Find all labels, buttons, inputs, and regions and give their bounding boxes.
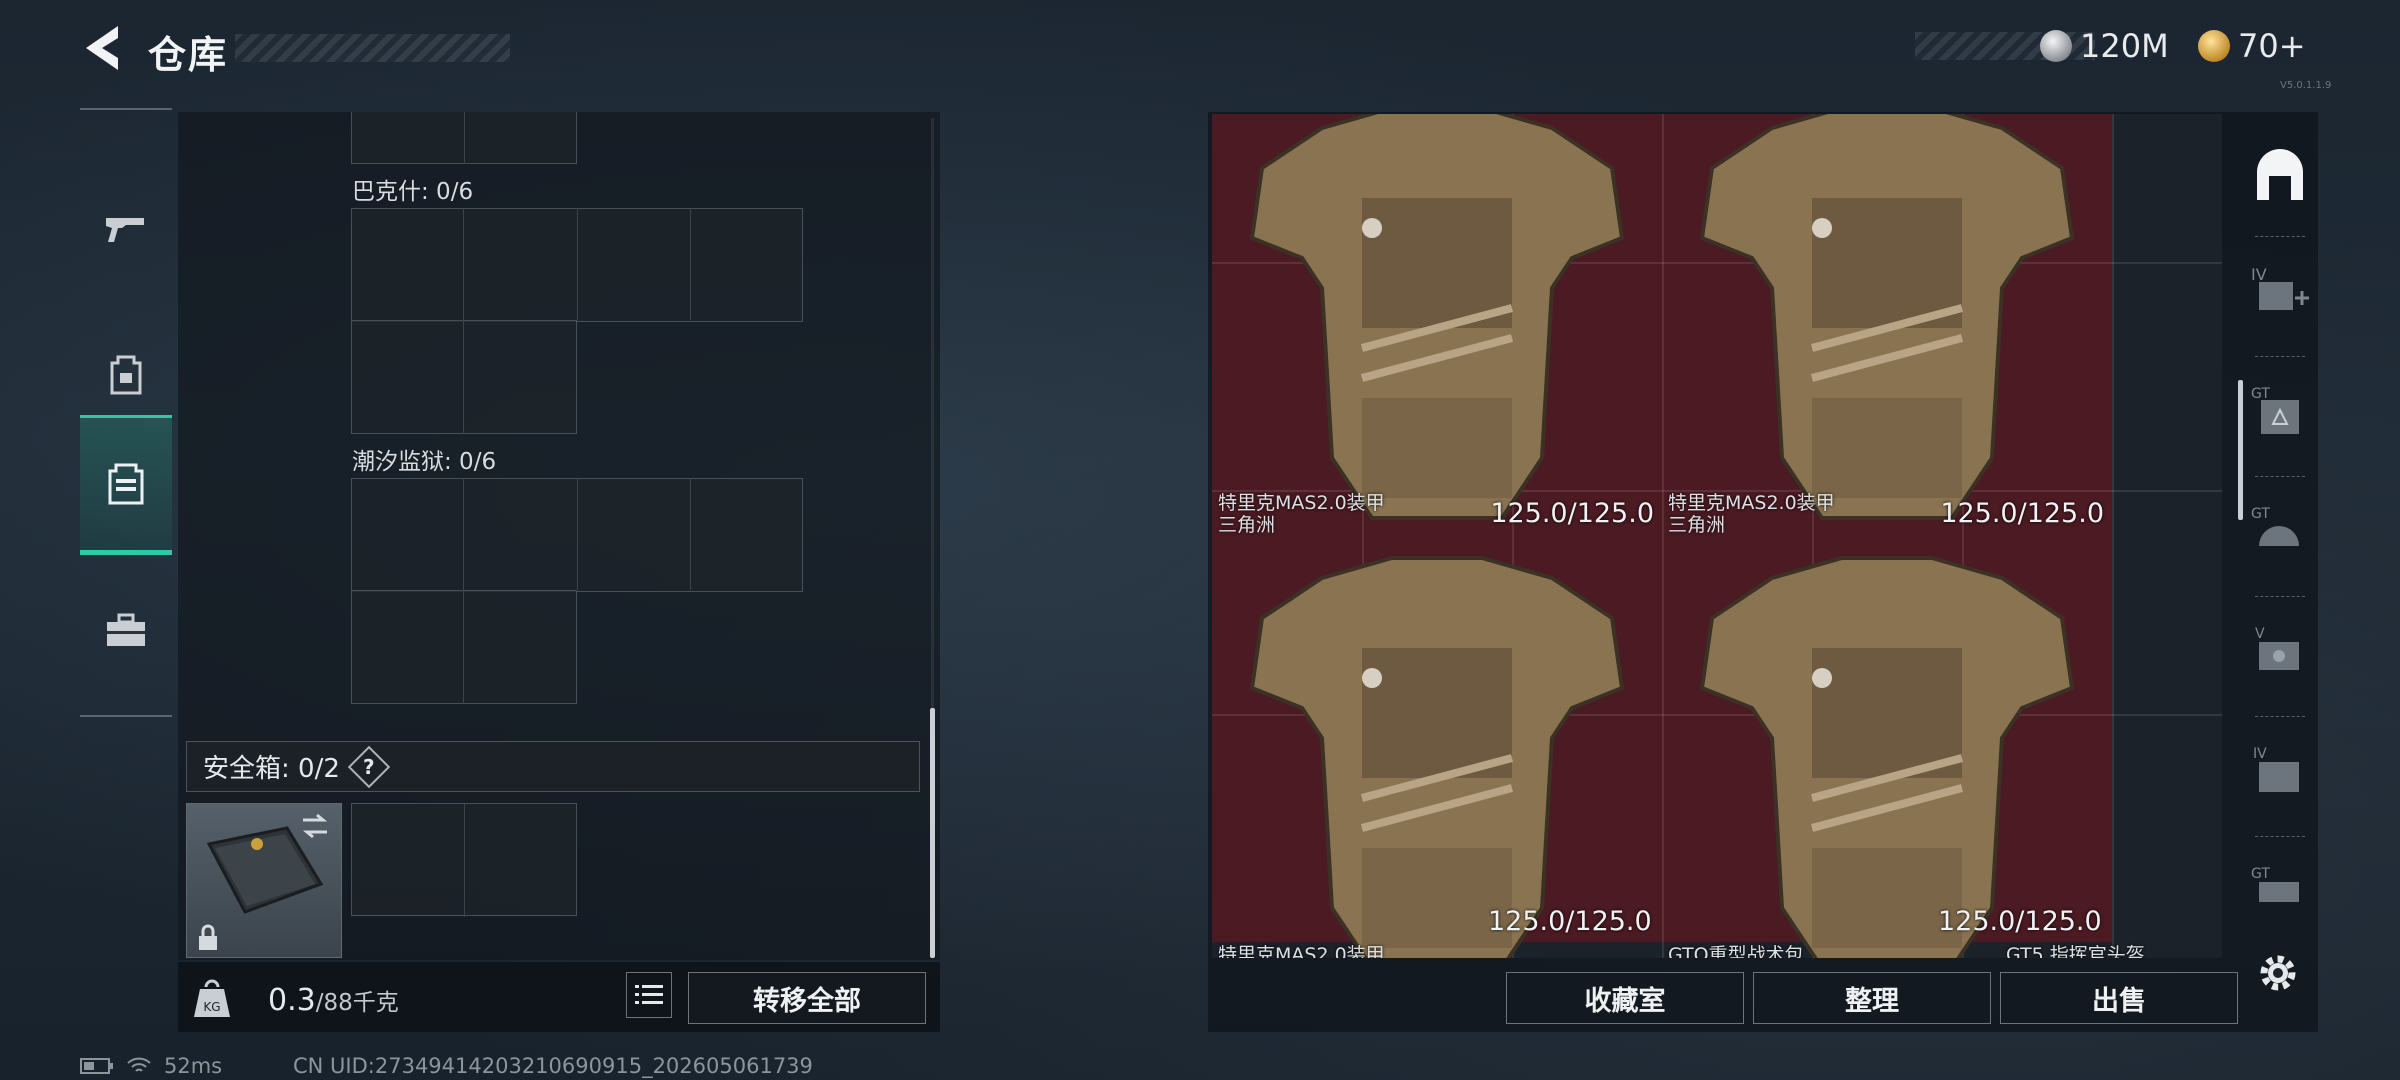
safe-box-slot[interactable] [186,803,342,958]
svg-text:GT: GT [2251,506,2270,522]
battery-icon [80,1058,113,1074]
gt-armor-icon[interactable]: GT [2249,380,2311,442]
safe-box-grid [351,803,577,917]
toolbox-icon [107,613,145,646]
silver-coin-icon [2040,30,2072,62]
weight-capacity: /88千克 [315,990,399,1016]
body-armor-icon [1249,114,1625,520]
stash-grid: 125.0/125.0 特里克MAS2.0装甲 三角洲 125.0/125.0 … [1212,114,2222,958]
gold-currency[interactable]: 70+ [2198,26,2306,66]
svg-text:GT: GT [2251,866,2270,882]
item-durability: 125.0/125.0 [1488,906,1652,937]
body-armor-icon [1699,114,2075,520]
gt-helmet-icon[interactable]: GT [2249,500,2311,562]
backpack-icon [110,355,142,395]
tab-weapons[interactable] [80,160,172,300]
stash-item[interactable]: 125.0/125.0 [1662,114,2112,530]
list-view-button[interactable] [626,972,672,1018]
swap-icon[interactable] [299,812,331,840]
weight-icon: KG [194,979,230,1017]
item-name: 特里克MAS2.0装甲 [1218,944,1385,958]
transfer-all-button[interactable]: 转移全部 [688,972,926,1024]
panel-scrollbar[interactable] [930,708,935,958]
tab-vest[interactable] [80,415,172,555]
item-name: GT5 指挥官头盔 [2006,944,2145,958]
status-bar: 52ms [80,1054,222,1078]
stash-scrollbar[interactable] [2238,380,2243,520]
uid-label: CN UID:273494142032106909​15_20260506173… [293,1054,813,1078]
v-rig-icon[interactable]: V [2249,620,2311,682]
organize-button[interactable]: 整理 [1753,972,1991,1024]
gold-coin-icon [2198,30,2230,62]
svg-text:IV: IV [2253,746,2267,762]
item-durability: 125.0/125.0 [1940,498,2104,529]
back-button[interactable] [78,22,124,74]
body-armor-icon [1249,556,1625,958]
container-label: 潮汐监狱: 0/6 [352,449,497,475]
stash-item[interactable]: 125.0/125.0 [1212,114,1662,530]
collection-room-button[interactable]: 收藏室 [1506,972,1744,1024]
svg-text:GT: GT [2251,386,2270,402]
help-icon[interactable]: ? [347,745,391,788]
body-armor-icon [1699,556,2075,958]
stash-item[interactable] [1212,528,1662,958]
svg-text:KG: KG [203,1000,220,1014]
container-grid-top [351,112,577,164]
item-durability: 125.0/125.0 [1490,498,1654,529]
svg-text:IV: IV [2251,265,2267,284]
sell-button[interactable]: 出售 [2000,972,2238,1024]
safe-box-label: 安全箱: 0/2 [203,754,340,784]
wifi-icon [127,1057,151,1072]
container-label: 巴克什: 0/6 [352,179,474,205]
iv-bag-icon[interactable]: IV [2249,740,2311,802]
container-grid [351,478,803,704]
safe-box-header: 安全箱: 0/2 ? [186,741,920,792]
weight-readout: 0.3/88千克 [268,983,399,1018]
armor-iv-add-icon[interactable]: IV [2249,260,2311,322]
page-title: 仓库 [148,33,229,77]
silver-currency: 120M [2040,26,2169,66]
back-arrow-icon [86,26,118,70]
list-icon [635,985,663,1004]
title-decoration [235,34,510,62]
silver-amount: 120M [2080,27,2169,65]
category-rail [80,108,172,717]
stash-filter-rail: IV GT GT V IV GT [2245,120,2315,920]
home-icon[interactable] [2249,144,2311,206]
lock-icon [199,924,217,950]
item-name: GTO重型战术包 [1668,944,1804,958]
vest-icon [108,463,144,505]
svg-text:V: V [2255,626,2265,642]
gt-pack-icon[interactable]: GT [2249,860,2311,922]
stash-item[interactable] [1662,528,2112,958]
settings-gear-icon[interactable] [2255,950,2301,996]
version-label: V5.0.1.1.9 [2280,80,2332,91]
ping-value: 52ms [164,1054,223,1078]
weight-value: 0.3 [268,983,316,1018]
tab-toolbox[interactable] [80,560,172,700]
item-durability: 125.0/125.0 [1938,906,2102,937]
gun-icon [106,218,144,242]
gold-amount: 70+ [2238,27,2306,65]
container-grid [351,208,803,434]
